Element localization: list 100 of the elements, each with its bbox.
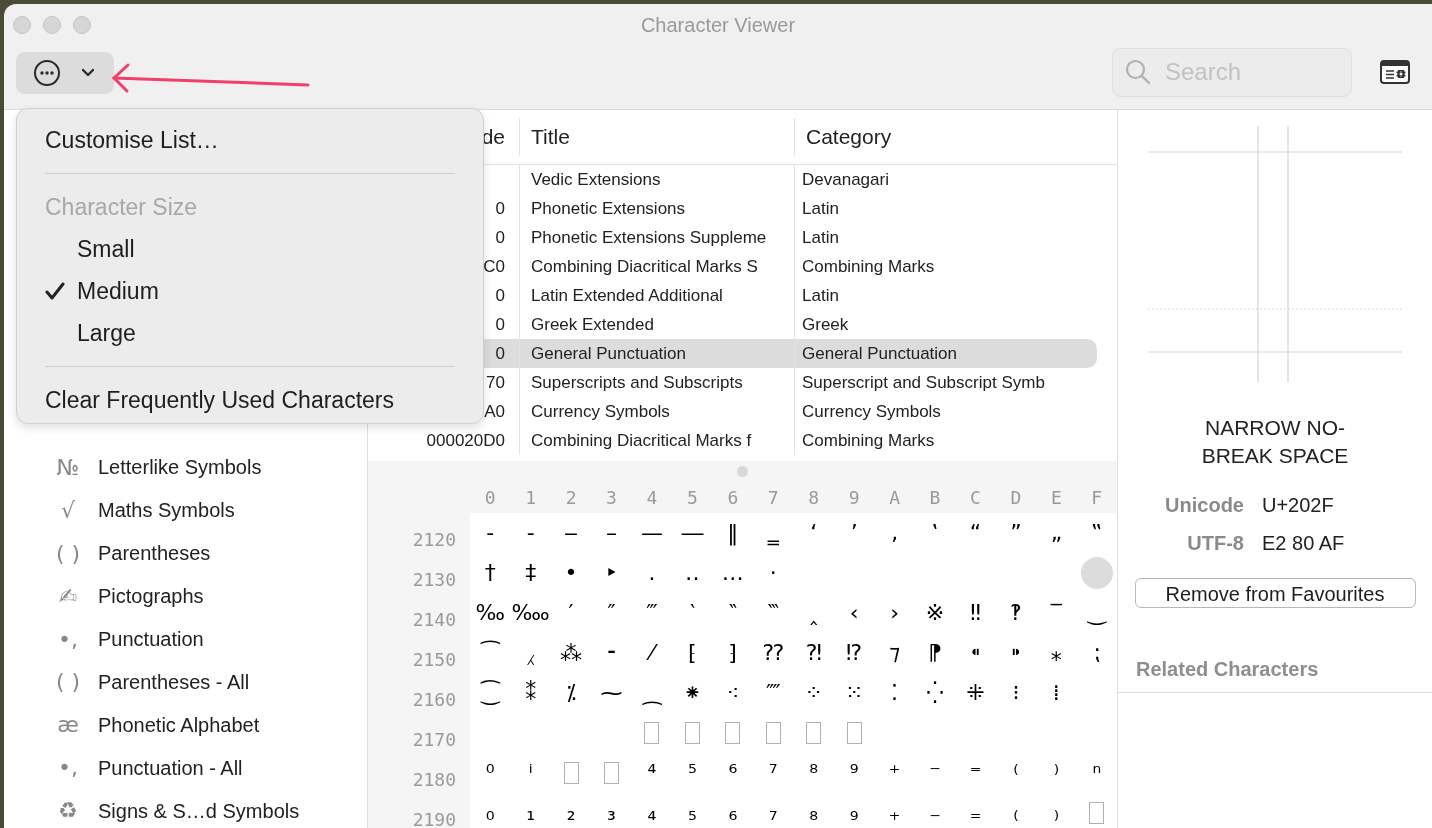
glyph-cell[interactable]: ⁏ xyxy=(1080,637,1113,669)
action-menu-button[interactable] xyxy=(16,52,114,94)
remove-favourites-button[interactable]: Remove from Favourites xyxy=(1134,578,1416,608)
glyph-cell[interactable]: ⁎ xyxy=(1040,637,1073,669)
zoom-button[interactable] xyxy=(73,15,91,34)
glyph-cell[interactable]: ⁌ xyxy=(959,637,992,669)
glyph-cell[interactable]: ‴ xyxy=(635,597,668,629)
glyph-cell[interactable]: ⁓ xyxy=(595,677,628,709)
glyph-cell[interactable]: ‟ xyxy=(1080,517,1113,549)
glyph-cell[interactable]: ⁹ xyxy=(838,757,871,789)
glyph-cell[interactable]: ⁷ xyxy=(757,757,790,789)
minimize-button[interactable] xyxy=(43,15,61,34)
glyph-cell[interactable]: † xyxy=(474,557,507,589)
glyph-cell[interactable]: ‣ xyxy=(595,557,628,589)
glyph-cell[interactable]: ‹ xyxy=(838,597,871,629)
glyph-cell[interactable]: ‒ xyxy=(555,517,588,549)
glyph-cell[interactable]: ⁍ xyxy=(999,637,1032,669)
glyph-cell[interactable]: ₉ xyxy=(838,797,871,828)
glyph-cell[interactable]: ‷ xyxy=(757,597,790,629)
glyph-cell[interactable]: ’ xyxy=(838,517,871,549)
glyph-cell[interactable]: ‼ xyxy=(959,597,992,629)
glyph-cell[interactable]: ⁶ xyxy=(716,757,749,789)
glyph-cell[interactable]: ⁋ xyxy=(919,637,952,669)
table-row[interactable]: 000020D0 Combining Diacritical Marks f Combining Marks xyxy=(368,426,1097,455)
glyph-cell[interactable]: ‾ xyxy=(1040,597,1073,629)
glyph-cell[interactable]: ₅ xyxy=(676,797,709,828)
glyph-cell[interactable]: ‰ xyxy=(474,597,507,629)
sidebar-item[interactable]: ( ) Parentheses xyxy=(44,535,367,571)
glyph-cell[interactable]: ⁒ xyxy=(555,677,588,709)
glyph-cell[interactable]: ⁅ xyxy=(676,637,709,669)
glyph-cell[interactable]: ₇ xyxy=(757,797,790,828)
glyph-cell[interactable]: ₂ xyxy=(555,797,588,828)
table-row[interactable]: C0 Combining Diacritical Marks S Combining Marks xyxy=(368,252,1097,281)
table-row[interactable]: 0 Phonetic Extensions Latin xyxy=(368,194,1097,223)
glyph-cell[interactable]: ₄ xyxy=(635,797,668,828)
table-row[interactable]: 0 Phonetic Extensions Suppleme Latin xyxy=(368,223,1097,252)
menu-item[interactable]: Large xyxy=(77,315,136,351)
glyph-cell[interactable]: ⁜ xyxy=(959,677,992,709)
glyph-cell[interactable]: – xyxy=(595,517,628,549)
glyph-cell[interactable]: ‑ xyxy=(514,517,547,549)
glyph-cell[interactable]: ⁛ xyxy=(919,677,952,709)
column-header[interactable]: Title xyxy=(531,121,570,153)
glyph-cell[interactable]: ⁊ xyxy=(878,637,911,669)
glyph-cell[interactable]: ₎ xyxy=(1040,797,1073,828)
glyph-cell[interactable]: ‽ xyxy=(999,597,1032,629)
glyph-cell[interactable]: ⁗ xyxy=(757,677,790,709)
glyph-cell[interactable]: ₊ xyxy=(878,797,911,828)
sidebar-item[interactable]: •, Punctuation - All xyxy=(44,750,367,786)
glyph-cell[interactable]: ⁙ xyxy=(838,677,871,709)
glyph-cell[interactable]: ‚ xyxy=(878,517,911,549)
glyph-cell[interactable]: ₀ xyxy=(474,797,507,828)
sidebar-item[interactable]: æ Phonetic Alphabet xyxy=(44,707,367,743)
sidebar-item[interactable]: ✍ Pictographs xyxy=(44,578,367,614)
glyph-cell[interactable]: ” xyxy=(999,517,1032,549)
glyph-cell[interactable]: ― xyxy=(676,517,709,549)
glyph-cell[interactable]: ⁈ xyxy=(797,637,830,669)
close-button[interactable] xyxy=(13,15,31,34)
sidebar-item[interactable]: № Letterlike Symbols xyxy=(44,450,367,485)
glyph-cell[interactable]: ⁞ xyxy=(1040,677,1073,709)
sidebar-item[interactable]: ( ) Parentheses - All xyxy=(44,664,367,700)
glyph-cell[interactable]: “ xyxy=(959,517,992,549)
glyph-cell[interactable]: ₆ xyxy=(716,797,749,828)
glyph-cell[interactable]: ⁿ xyxy=(1080,757,1113,789)
glyph-cell[interactable]: … xyxy=(716,557,749,589)
glyph-cell[interactable]: ‗ xyxy=(757,517,790,549)
glyph-cell[interactable]: ⁐ xyxy=(474,677,507,709)
menu-item[interactable]: Clear Frequently Used Characters xyxy=(45,382,394,418)
glyph-cell[interactable]: › xyxy=(878,597,911,629)
glyph-cell[interactable]: ₍ xyxy=(999,797,1032,828)
glyph-cell[interactable]: — xyxy=(635,517,668,549)
keyboard-window-icon[interactable] xyxy=(1380,60,1410,84)
glyph-cell[interactable]: ‿ xyxy=(1080,597,1113,629)
glyph-cell[interactable]: ⁴ xyxy=(635,757,668,789)
glyph-cell[interactable]: ⁺ xyxy=(878,757,911,789)
glyph-cell[interactable]: ‐ xyxy=(474,517,507,549)
glyph-cell[interactable]: ₃ xyxy=(595,797,628,828)
glyph-cell[interactable]: ⁁ xyxy=(514,637,547,669)
glyph-cell[interactable]: ‖ xyxy=(716,517,749,549)
glyph-cell[interactable]: ⁝ xyxy=(999,677,1032,709)
glyph-cell[interactable]: ⁃ xyxy=(595,637,628,669)
glyph-cell[interactable]: • xyxy=(555,557,588,589)
split-handle[interactable] xyxy=(737,465,748,477)
glyph-cell[interactable]: ※ xyxy=(919,597,952,629)
glyph-cell[interactable]: ⁵ xyxy=(676,757,709,789)
glyph-cell[interactable]: ⁇ xyxy=(757,637,790,669)
glyph-cell[interactable]: ⁖ xyxy=(716,677,749,709)
column-header[interactable]: Category xyxy=(806,121,892,153)
table-row[interactable]: Vedic Extensions Devanagari xyxy=(368,165,1097,194)
glyph-cell[interactable]: ⁾ xyxy=(1040,757,1073,789)
glyph-cell[interactable]: ‱ xyxy=(514,597,547,629)
menu-item[interactable]: Small xyxy=(77,231,135,267)
glyph-cell[interactable]: ′ xyxy=(555,597,588,629)
glyph-cell[interactable]: ‥ xyxy=(676,557,709,589)
glyph-cell[interactable]: ⁔ xyxy=(635,677,668,709)
glyph-cell[interactable]: ⁚ xyxy=(878,677,911,709)
glyph-cell[interactable]: ₁ xyxy=(514,797,547,828)
glyph-cell[interactable]: ⁄ xyxy=(635,637,668,669)
glyph-cell[interactable]: ‧ xyxy=(757,557,790,589)
glyph-cell[interactable]: ⁂ xyxy=(555,637,588,669)
glyph-cell[interactable]: ⁑ xyxy=(514,677,547,709)
